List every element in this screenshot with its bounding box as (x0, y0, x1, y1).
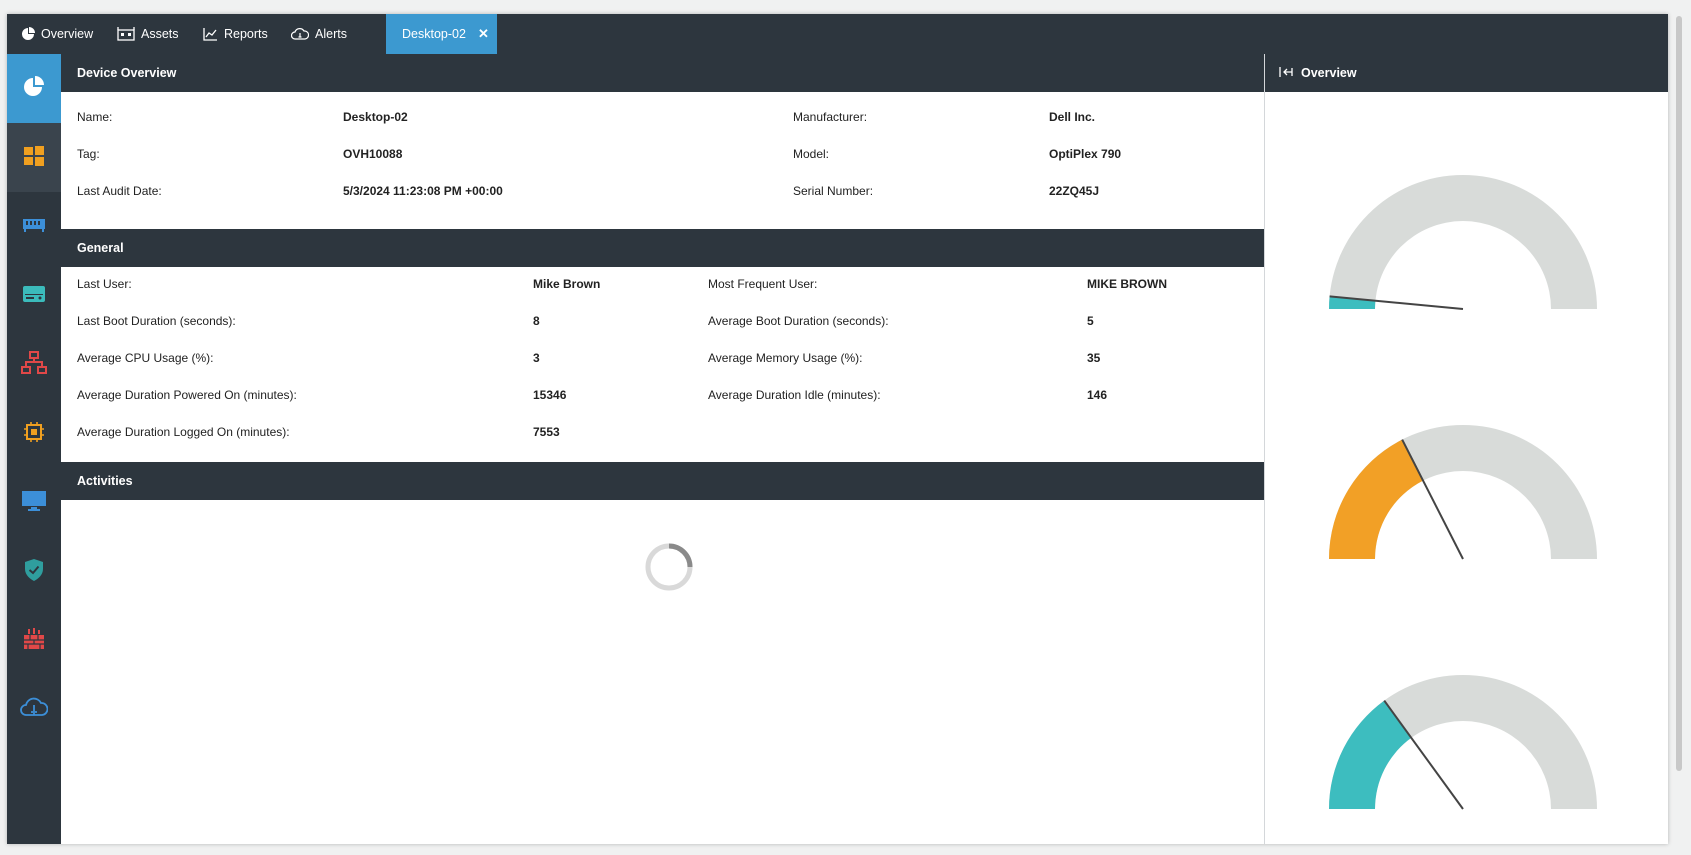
sidebar-item-storage[interactable] (7, 261, 61, 330)
field-value: 3 (533, 351, 540, 365)
sidebar-item-firewall[interactable] (7, 606, 61, 675)
tab-label: Desktop-02 (402, 27, 466, 41)
tab-assets[interactable]: Assets (117, 14, 179, 54)
sidebar-item-security[interactable] (7, 537, 61, 606)
cloud-bell-icon (20, 697, 49, 722)
memory-module-icon (22, 216, 46, 237)
left-sidebar (7, 54, 61, 844)
field-value: 7553 (533, 425, 560, 439)
field-value: 146 (1087, 388, 1108, 402)
windows-logo-icon (23, 145, 45, 170)
field-value: Desktop-02 (343, 110, 408, 124)
field-label: Manufacturer: (793, 110, 868, 124)
tab-label: Alerts (315, 27, 347, 41)
app-window: Overview Assets Reports Alerts Desktop-0… (7, 14, 1668, 844)
field-label: Average CPU Usage (%): (77, 351, 214, 365)
window-scrollbar[interactable] (1676, 16, 1682, 771)
field-label: Last Audit Date: (77, 184, 162, 198)
field-value: 5/3/2024 11:23:08 PM +00:00 (343, 184, 503, 198)
right-panel: Overview (1264, 54, 1668, 844)
field-value: 5 (1087, 314, 1094, 328)
sidebar-item-overview[interactable] (7, 54, 61, 123)
sidebar-item-processor[interactable] (7, 399, 61, 468)
tab-desktop-02[interactable]: Desktop-02 ✕ (386, 14, 497, 54)
sidebar-item-memory[interactable] (7, 192, 61, 261)
field-label: Model: (793, 147, 830, 161)
hard-drive-icon (22, 284, 46, 307)
field-label: Last User: (77, 277, 132, 291)
field-label: Average Duration Idle (minutes): (708, 388, 881, 402)
cloud-bell-icon (291, 27, 309, 41)
field-label: Serial Number: (793, 184, 874, 198)
field-value: MIKE BROWN (1087, 277, 1167, 291)
field-value: 15346 (533, 388, 567, 402)
tab-reports[interactable]: Reports (203, 14, 268, 54)
main-content: Device Overview Name: Desktop-02 Manufac… (61, 54, 1264, 844)
tab-overview[interactable]: Overview (21, 14, 93, 54)
right-panel-title: Overview (1301, 66, 1357, 80)
network-tree-icon (21, 351, 47, 378)
field-label: Average Duration Powered On (minutes): (77, 388, 297, 402)
pie-chart-icon (22, 75, 46, 102)
field-value: OVH10088 (343, 147, 403, 161)
tab-label: Overview (41, 27, 94, 41)
gauge-track (1329, 174, 1597, 309)
field-label: Average Memory Usage (%): (708, 351, 863, 365)
tab-label: Reports (224, 27, 268, 41)
sidebar-item-display[interactable] (7, 468, 61, 537)
field-value: Mike Brown (533, 277, 601, 291)
top-tab-bar: Overview Assets Reports Alerts Desktop-0… (7, 14, 1668, 54)
field-value: Dell Inc. (1049, 110, 1096, 124)
tab-alerts[interactable]: Alerts (291, 14, 347, 54)
field-label: Last Boot Duration (seconds): (77, 314, 236, 328)
gauge-value-fill (1329, 439, 1424, 559)
cpu-chip-icon (23, 421, 45, 446)
field-value: OptiPlex 790 (1049, 147, 1122, 161)
sidebar-item-alerts[interactable] (7, 675, 61, 744)
shield-check-icon (23, 558, 45, 585)
building-icon (117, 27, 135, 41)
sidebar-item-windows[interactable] (7, 123, 61, 192)
field-label: Name: (77, 110, 113, 124)
field-label: Tag: (77, 147, 100, 161)
loading-spinner-icon (645, 543, 693, 591)
field-value: 35 (1087, 351, 1101, 365)
sidebar-item-network[interactable] (7, 330, 61, 399)
line-chart-icon (203, 27, 218, 41)
section-header-general: General (61, 229, 1264, 267)
close-icon[interactable]: ✕ (478, 26, 489, 42)
tab-label: Assets (141, 27, 179, 41)
section-header-activities: Activities (61, 462, 1264, 500)
field-label: Most Frequent User: (708, 277, 818, 291)
field-label: Average Duration Logged On (minutes): (77, 425, 290, 439)
firewall-icon (22, 627, 46, 654)
field-value: 8 (533, 314, 540, 328)
field-value: 22ZQ45J (1049, 184, 1100, 198)
monitor-icon (21, 490, 47, 515)
pie-chart-icon (21, 27, 35, 41)
field-label: Average Boot Duration (seconds): (708, 314, 889, 328)
section-header-device-overview: Device Overview (61, 54, 1264, 92)
gauges-area (1329, 174, 1597, 810)
collapse-panel-icon[interactable] (1279, 66, 1294, 81)
